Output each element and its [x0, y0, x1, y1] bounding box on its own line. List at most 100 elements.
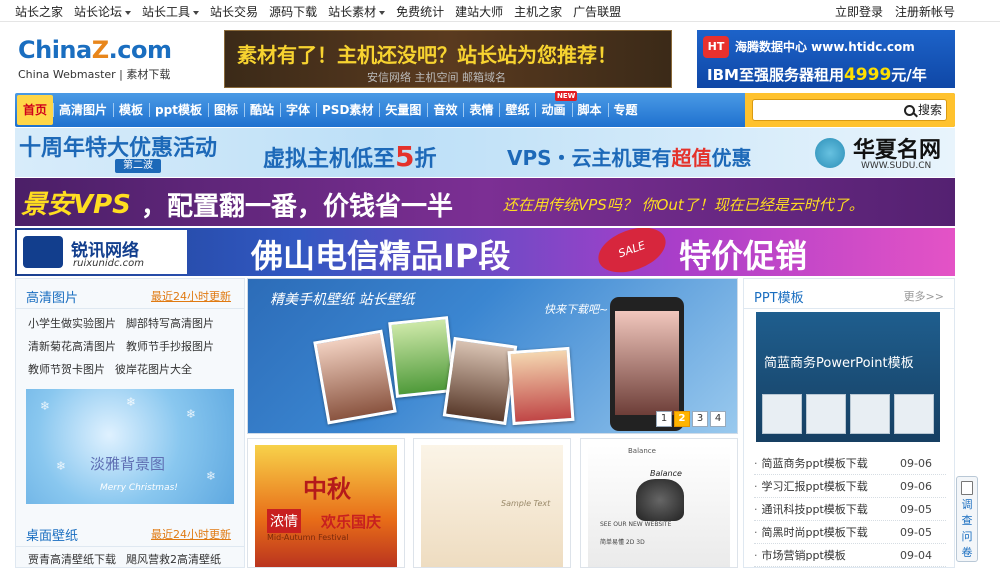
main-nav-icons[interactable]: 图标 — [207, 93, 244, 127]
tile2-text-a: Sample Text — [501, 499, 551, 508]
ibm-unit: 元/年 — [891, 66, 927, 84]
header-ad-hosting[interactable]: 素材有了！主机还没吧？站长站为您推荐！ 安信网络 主机空间 邮箱域名 — [224, 30, 672, 88]
ad1-vps: VPS・云主机更有超值优惠 — [507, 142, 752, 171]
register-link[interactable]: 注册新帐号 — [895, 3, 955, 20]
top-nav-item-0[interactable]: 站长之家 — [15, 3, 63, 20]
hd-images-more-link[interactable]: 最近24小时更新 — [151, 288, 231, 304]
ppt-title[interactable]: PPT模板 — [754, 287, 804, 306]
main-nav-emoji[interactable]: 表情 — [463, 93, 499, 127]
logo-subtitle: China Webmaster | 素材下载 — [18, 68, 171, 81]
slider-page-4[interactable]: 4 — [710, 411, 726, 427]
header-ad-ibm-title: 海腾数据中心 www.htidc.com — [735, 40, 915, 54]
top-nav-item-7[interactable]: 建站大师 — [455, 3, 503, 20]
tile3-text-a: Balance — [628, 447, 656, 455]
top-nav-item-2[interactable]: 站长工具 — [142, 3, 199, 20]
search-input[interactable] — [757, 102, 892, 118]
wallpaper-title[interactable]: 桌面壁纸 — [26, 525, 78, 544]
ppt-list: 简蓝商务ppt模板下载 09-06 学习汇报ppt模板下载 09-06 通讯科技pp… — [754, 452, 946, 567]
survey-button[interactable]: 调查问卷 — [956, 476, 978, 562]
ppt-thumb-title: 简蓝商务PowerPoint模板 — [764, 356, 914, 371]
main-nav-home[interactable]: 首页 — [17, 95, 54, 125]
logo-text-b: .com — [108, 36, 172, 64]
main-nav-templates[interactable]: 模板 — [113, 93, 149, 127]
search-area: 搜索 — [745, 93, 955, 127]
hd-link[interactable]: 教师节手抄报图片 — [126, 335, 214, 358]
ppt-more-link[interactable]: 更多>> — [904, 288, 944, 304]
tile-website[interactable]: Balance Balance SEE OUR NEW WEBSITE 简单易懂… — [580, 438, 738, 568]
new-badge: NEW — [555, 91, 578, 101]
hd-images-thumbnail[interactable]: ❄ ❄ ❄ ❄ ❄ 淡雅背景图 Merry Christmas! — [26, 389, 234, 504]
ad2-brand: 景安VPS — [21, 190, 131, 220]
ppt-list-item[interactable]: 学习汇报ppt模板下载 09-06 — [754, 475, 946, 498]
login-link[interactable]: 立即登录 — [835, 3, 883, 20]
main-nav-fonts[interactable]: 字体 — [280, 93, 316, 127]
slider-page-3[interactable]: 3 — [692, 411, 708, 427]
hd-link[interactable]: 清新菊花高清图片 — [28, 335, 116, 358]
search-button[interactable]: 搜索 — [903, 101, 942, 119]
ad2-slogan: ，配置翻一番，价钱省一半 — [141, 192, 454, 222]
wallpaper-slider[interactable]: 精美手机壁纸 站长壁纸 快来下载吧~ 1 2 3 4 — [247, 278, 738, 434]
tile-wheat[interactable]: Sample Text — [413, 438, 571, 568]
header-ad-ibm[interactable]: HT 海腾数据中心 www.htidc.com IBM至强服务器租用4999元/… — [697, 30, 955, 88]
wallpaper-link[interactable]: 飓风营救2高清壁纸 — [126, 548, 221, 568]
top-nav-item-3[interactable]: 站长交易 — [210, 3, 258, 20]
ppt-list-item[interactable]: 简蓝商务ppt模板下载 09-06 — [754, 452, 946, 475]
ppt-item-date: 09-05 — [900, 526, 932, 539]
ad-banner-suduidc[interactable]: 十周年特大优惠活动 第二波 虚拟主机低至5折 VPS・云主机更有超值优惠 华夏名… — [15, 128, 955, 177]
main-nav-cool-sites[interactable]: 酷站 — [243, 93, 280, 127]
top-nav-item-8[interactable]: 主机之家 — [514, 3, 562, 20]
ad-banner-jingan-vps[interactable]: 景安VPS ，配置翻一番，价钱省一半 还在用传统VPS吗？ 你Out了！现在已经… — [15, 178, 955, 226]
hd-link[interactable]: 小学生做实验图片 — [28, 312, 116, 335]
snowflake-icon: ❄ — [56, 459, 67, 473]
logo-text-z: Z — [91, 36, 109, 64]
ad-banner-ruixun[interactable]: 锐讯网络 ruixunidc.com 佛山电信精品IP段 SALE 特价促销 — [15, 228, 955, 276]
ppt-item-date: 09-05 — [900, 503, 932, 516]
hd-link[interactable]: 教师节贺卡图片 — [28, 358, 105, 381]
main-nav-sound[interactable]: 音效 — [427, 93, 463, 127]
slider-caption: 快来下载吧~ — [544, 303, 609, 316]
top-nav-item-6[interactable]: 免费统计 — [396, 3, 444, 20]
main-nav-hd-images[interactable]: 高清图片 — [53, 93, 113, 127]
main-nav-topics[interactable]: 专题 — [607, 93, 644, 127]
search-icon — [903, 104, 915, 116]
center-column: 精美手机壁纸 站长壁纸 快来下载吧~ 1 2 3 4 中秋 浓情 Mid-Aut… — [247, 278, 738, 568]
ppt-thumbnail[interactable]: 简蓝商务PowerPoint模板 — [756, 312, 940, 442]
wallpaper-card — [313, 329, 397, 425]
ad1-vps-c: 优惠 — [711, 146, 752, 170]
ad2-sub: 还在用传统VPS吗？ 你Out了！现在已经是云时代了。 — [503, 196, 864, 214]
ad1-url: WWW.SUDU.CN — [861, 161, 932, 171]
header-ad-hosting-sub: 安信网络 主机空间 邮箱域名 — [367, 71, 506, 84]
ppt-item-name: 通讯科技ppt模板下载 — [761, 503, 868, 516]
wallpaper-link[interactable]: 贾青高清壁纸下载 — [28, 548, 116, 568]
tile-website-image: Balance Balance SEE OUR NEW WEBSITE 简单易懂… — [588, 445, 730, 567]
main-nav-vector[interactable]: 矢量图 — [379, 93, 427, 127]
slider-page-2[interactable]: 2 — [674, 411, 690, 427]
site-logo[interactable]: ChinaZ.com China Webmaster | 素材下载 — [18, 37, 188, 85]
tile-midautumn[interactable]: 中秋 浓情 Mid-Autumn Festival 欢乐国庆 — [247, 438, 405, 568]
thumb-title: 淡雅背景图 — [90, 455, 166, 473]
top-nav-item-4[interactable]: 源码下载 — [269, 3, 317, 20]
hd-link[interactable]: 彼岸花图片大全 — [115, 358, 192, 381]
hd-link[interactable]: 脚部特写高清图片 — [126, 312, 214, 335]
hd-images-links: 小学生做实验图片 脚部特写高清图片 清新菊花高清图片 教师节手抄报图片 教师节贺卡图… — [28, 312, 224, 381]
main-nav-ppt[interactable]: ppt模板 — [149, 93, 208, 127]
ibm-price: 4999 — [843, 65, 892, 85]
top-nav-item-9[interactable]: 广告联盟 — [573, 3, 621, 20]
ad1-offer-b: 折 — [414, 147, 437, 172]
main-nav-wallpaper[interactable]: 壁纸 — [499, 93, 535, 127]
ppt-list-item[interactable]: 简黑时尚ppt模板下载 09-05 — [754, 521, 946, 544]
top-bar: 站长之家 站长论坛 站长工具 站长交易 源码下载 站长素材 免费统计 建站大师 … — [0, 0, 1000, 22]
survey-label: 调查问卷 — [961, 498, 973, 559]
top-nav-item-5[interactable]: 站长素材 — [328, 3, 385, 20]
top-nav-item-1[interactable]: 站长论坛 — [74, 3, 131, 20]
ad1-vps-b: 超值 — [671, 146, 712, 170]
ppt-list-item[interactable]: 通讯科技ppt模板下载 09-05 — [754, 498, 946, 521]
hd-images-title[interactable]: 高清图片 — [26, 287, 78, 306]
slider-page-1[interactable]: 1 — [656, 411, 672, 427]
wallpaper-more-link[interactable]: 最近24小时更新 — [151, 526, 231, 542]
ruixun-url: ruixunidc.com — [73, 258, 144, 269]
main-nav-psd[interactable]: PSD素材 — [316, 93, 379, 127]
ppt-item-name: 市场营销ppt模板 — [761, 549, 846, 562]
ppt-list-item[interactable]: 市场营销ppt模板 09-04 — [754, 544, 946, 567]
search-button-label: 搜索 — [917, 103, 942, 117]
